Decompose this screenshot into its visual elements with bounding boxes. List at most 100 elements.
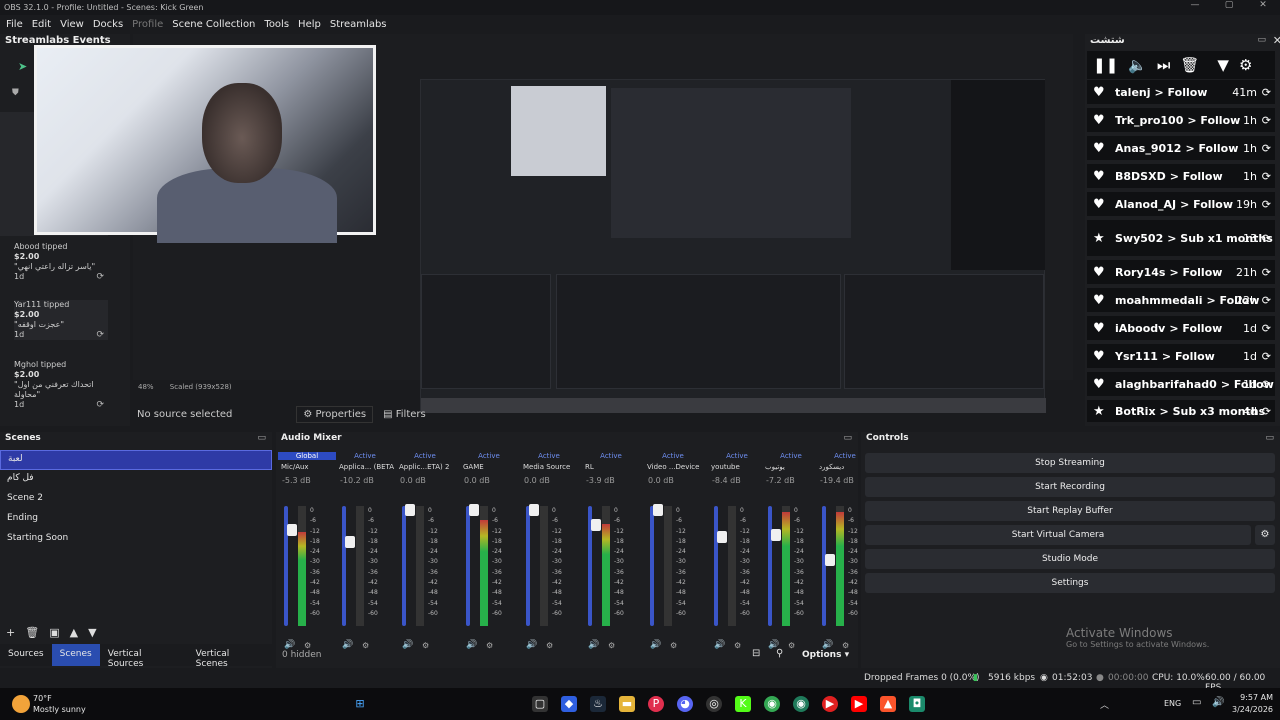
down-icon[interactable]: ▼ — [88, 626, 106, 639]
mute-speaker-icon[interactable]: 🔊 — [588, 640, 599, 650]
replay-icon[interactable]: ⟳ — [96, 330, 104, 340]
scene-item[interactable]: Ending — [0, 510, 272, 530]
settings-button[interactable]: Settings — [865, 573, 1275, 593]
replay-icon[interactable]: ⟳ — [1262, 322, 1271, 335]
brave-icon[interactable]: ▲ — [880, 696, 896, 712]
mute-speaker-icon[interactable]: 🔊 — [284, 640, 295, 650]
float-icon[interactable]: ▭ — [843, 433, 852, 443]
channel-settings-icon[interactable]: ⚙ — [788, 641, 795, 650]
channel-settings-icon[interactable]: ⚙ — [304, 641, 311, 650]
minimize-button[interactable]: — — [1178, 0, 1212, 10]
channel-name[interactable]: GAME — [460, 463, 518, 471]
scene-item[interactable]: Scene 2 — [0, 490, 272, 510]
chrome-icon[interactable]: ◉ — [764, 696, 780, 712]
tab-vertical-scenes[interactable]: Vertical Scenes — [188, 644, 272, 669]
menu-edit[interactable]: Edit — [32, 19, 51, 30]
volume-fader[interactable] — [342, 506, 355, 626]
channel-settings-icon[interactable]: ⚙ — [546, 641, 553, 650]
menu-file[interactable]: File — [6, 19, 23, 30]
mute-speaker-icon[interactable]: 🔊 — [402, 640, 413, 650]
channel-name[interactable]: يوتيوب — [762, 463, 820, 471]
event-row[interactable]: ♥ B8DSXD > Follow 1h ⟳ — [1087, 164, 1275, 190]
fader-knob[interactable] — [469, 503, 479, 516]
event-row[interactable]: ♥ moahmmedali > Follow 22h ⟳ — [1087, 288, 1275, 314]
channel-settings-icon[interactable]: ⚙ — [842, 641, 849, 650]
event-row[interactable]: ♥ iAboodv > Follow 1d ⟳ — [1087, 316, 1275, 342]
channel-settings-icon[interactable]: ⚙ — [422, 641, 429, 650]
event-row[interactable]: ♥ alaghbarifahad0 > Follow 1d ⟳ — [1087, 372, 1275, 398]
filter-funnel-icon[interactable]: ▼ — [1217, 56, 1229, 74]
options-button[interactable]: Options ▾ — [802, 650, 849, 660]
event-row[interactable]: ♥ Alanod_AJ > Follow 19h ⟳ — [1087, 192, 1275, 218]
scene-item[interactable]: لعبة — [0, 450, 272, 470]
studio-mode-button[interactable]: Studio Mode — [865, 549, 1275, 569]
channel-name[interactable]: Media Source — [520, 463, 578, 471]
app2-icon[interactable]: ◘ — [909, 696, 925, 712]
up-icon[interactable]: ▲ — [70, 626, 88, 639]
menu-streamlabs[interactable]: Streamlabs — [330, 19, 387, 30]
mute-speaker-icon[interactable]: 🔊 — [526, 640, 537, 650]
properties-button[interactable]: ⚙ Properties — [296, 405, 374, 423]
speaker-icon[interactable]: 🔊 — [1212, 697, 1224, 708]
fader-knob[interactable] — [653, 503, 663, 516]
fader-knob[interactable] — [345, 536, 355, 548]
close-button[interactable]: ✕ — [1246, 0, 1280, 10]
trash-icon[interactable]: 🗑 — [1180, 56, 1199, 74]
menu-profile[interactable]: Profile — [132, 19, 163, 30]
app-icon[interactable]: ◆ — [561, 696, 577, 712]
menu-help[interactable]: Help — [298, 19, 321, 30]
volume-fader[interactable] — [588, 506, 601, 626]
language-indicator[interactable]: ENG — [1164, 699, 1181, 708]
channel-name[interactable]: RL — [582, 463, 640, 471]
menu-docks[interactable]: Docks — [93, 19, 123, 30]
float-icon[interactable]: ▭ — [1257, 35, 1266, 45]
maximize-button[interactable]: ▢ — [1212, 0, 1246, 10]
tab-sources[interactable]: Sources — [0, 644, 52, 666]
replay-icon[interactable]: ⟳ — [1262, 266, 1271, 279]
channel-settings-icon[interactable]: ⚙ — [734, 641, 741, 650]
mixer-layout-icon[interactable]: ⊟ — [752, 648, 760, 659]
event-row[interactable]: ♥ Anas_9012 > Follow 1h ⟳ — [1087, 136, 1275, 162]
windows-start-icon[interactable]: ⊞ — [352, 696, 368, 712]
event-row[interactable]: ♥ Trk_pro100 > Follow 1h ⟳ — [1087, 108, 1275, 134]
replay-icon[interactable]: ⟳ — [1262, 294, 1271, 307]
channel-name[interactable]: Applica... (BETA) — [336, 463, 394, 471]
fader-knob[interactable] — [771, 528, 781, 541]
delete-icon[interactable]: 🗑 — [25, 626, 49, 639]
send-icon[interactable]: ➤ — [18, 60, 27, 73]
mute-speaker-icon[interactable]: 🔊 — [650, 640, 661, 650]
weather-widget[interactable]: 70°F Mostly sunny — [33, 693, 86, 715]
filter-icon[interactable]: ▣ — [49, 626, 69, 639]
volume-fader[interactable] — [526, 503, 539, 626]
volume-icon[interactable]: 🔈 — [1128, 56, 1147, 74]
mixer-link-icon[interactable]: ⚲ — [776, 648, 783, 659]
replay-icon[interactable]: ⟳ — [1262, 232, 1271, 245]
mute-speaker-icon[interactable]: 🔊 — [714, 640, 725, 650]
replay-icon[interactable]: ⟳ — [1262, 198, 1271, 211]
skip-icon[interactable]: ⏭ — [1157, 56, 1171, 74]
channel-settings-icon[interactable]: ⚙ — [362, 641, 369, 650]
replay-icon[interactable]: ⟳ — [1262, 142, 1271, 155]
settings-gear-icon[interactable]: ⚙ — [1239, 56, 1252, 74]
channel-settings-icon[interactable]: ⚙ — [608, 641, 615, 650]
float-icon[interactable]: ▭ — [1265, 433, 1274, 443]
replay-icon[interactable]: ⟳ — [96, 272, 104, 282]
stop-streaming-button[interactable]: Stop Streaming — [865, 453, 1275, 473]
volume-fader[interactable] — [768, 506, 781, 626]
chrome-profile-icon[interactable]: ◉ — [793, 696, 809, 712]
youtube-icon[interactable]: ▶ — [851, 696, 867, 712]
close-dock-icon[interactable]: ✕ — [1273, 34, 1280, 47]
menu-tools[interactable]: Tools — [264, 19, 289, 30]
pause-icon[interactable]: ❚❚ — [1093, 56, 1118, 74]
volume-fader[interactable] — [466, 503, 479, 626]
event-row[interactable]: ♥ Ysr111 > Follow 1d ⟳ — [1087, 344, 1275, 370]
volume-fader[interactable] — [822, 506, 835, 626]
preview-zoom-label[interactable]: 48% Scaled (939x528) — [138, 383, 232, 391]
shield-icon[interactable]: ⛊ — [12, 88, 19, 98]
event-row[interactable]: ★ Swy502 > Sub x1 months 13 ⟳ — [1087, 220, 1275, 258]
virtual-camera-settings-icon[interactable]: ⚙ — [1255, 525, 1275, 545]
volume-fader[interactable] — [714, 506, 727, 626]
media-icon[interactable]: ▶ — [822, 696, 838, 712]
replay-icon[interactable]: ⟳ — [1262, 378, 1271, 391]
fader-knob[interactable] — [717, 531, 727, 544]
